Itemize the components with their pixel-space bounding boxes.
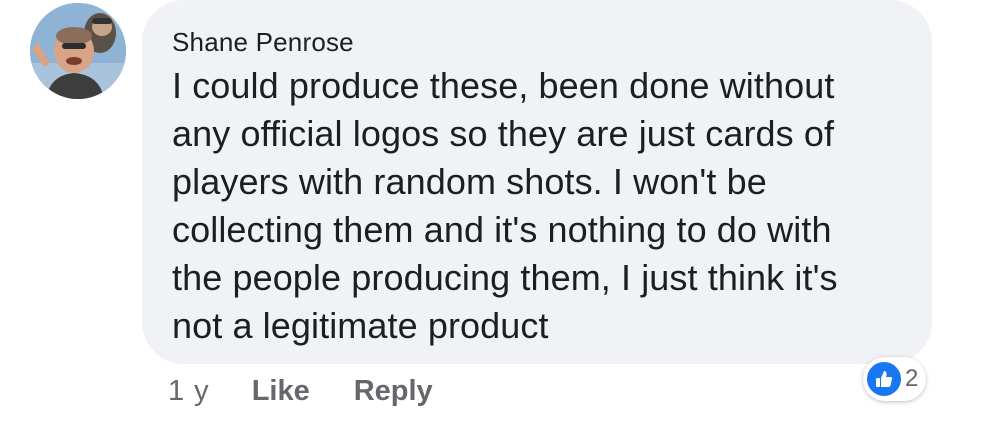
comment: Shane Penrose I could produce these, bee… <box>0 0 1000 428</box>
reaction-count: 2 <box>905 365 919 392</box>
comment-age[interactable]: 1 y <box>168 375 210 408</box>
comment-actions: 1 y Like Reply <box>168 368 477 414</box>
avatar-photo <box>30 3 126 99</box>
reaction-summary[interactable]: 2 <box>863 357 927 401</box>
thumbs-up-icon <box>867 362 901 396</box>
like-button[interactable]: Like <box>252 375 310 408</box>
author-name[interactable]: Shane Penrose <box>172 26 902 58</box>
comment-bubble: Shane Penrose I could produce these, bee… <box>142 0 932 364</box>
comment-text: I could produce these, been done without… <box>172 65 838 346</box>
reply-button[interactable]: Reply <box>354 375 433 408</box>
avatar[interactable] <box>30 3 126 99</box>
